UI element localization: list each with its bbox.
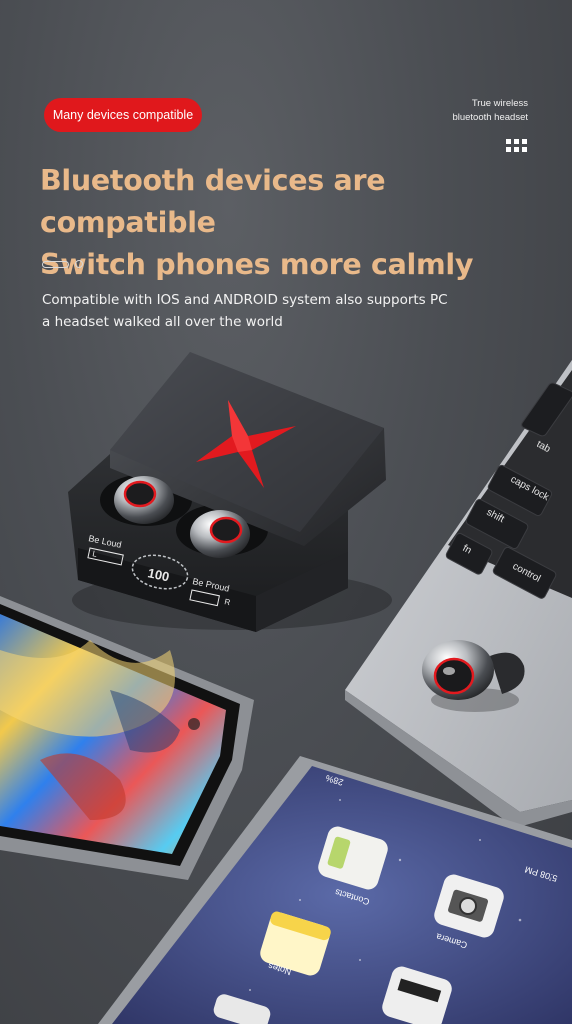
charging-case: Be Loud L 100 Be Proud R	[68, 352, 392, 632]
smartphone	[0, 596, 254, 880]
product-scene: tab caps lock shift fn control 28% 5:08 …	[0, 352, 572, 1024]
